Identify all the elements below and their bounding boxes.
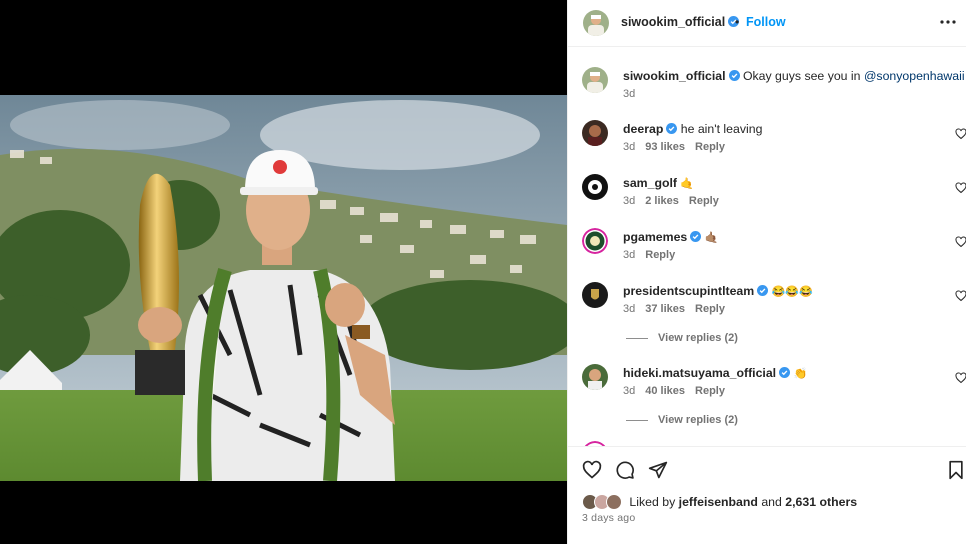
author-avatar[interactable] [583,10,609,36]
reply-button[interactable]: Reply [689,195,719,207]
view-replies-button[interactable]: View replies (2) [626,332,738,344]
commenter-avatar[interactable] [582,174,608,200]
comment-time[interactable]: 3d [623,249,635,261]
liked-by-and: and [761,495,782,509]
comment-meta: 3d 93 likes Reply [623,141,735,153]
caption-meta: 3d [623,88,645,100]
caption-text: siwookim_official Okay guys see you in @… [623,69,965,83]
comment-body: 🤙🏽 [704,232,719,244]
comment-body: 😂😂😂 [771,286,813,298]
separator-dot: • [735,15,740,29]
commenter-username[interactable]: pgamemes [623,230,687,244]
comment-text: pgamemes 🤙🏽 [623,230,718,244]
commenter-username[interactable]: presidentscupintlteam [623,284,754,298]
comment-time[interactable]: 3d [623,385,635,397]
comment-likes[interactable]: 37 likes [645,303,685,315]
post-actions: Liked by jeffeisenband and 2,631 others [568,446,966,544]
like-comment-heart-icon[interactable] [955,182,966,194]
author-username[interactable]: siwookim_official [621,15,740,29]
comment-text: presidentscupintlteam 😂😂😂 [623,284,813,298]
follow-button[interactable]: Follow [746,15,786,29]
liked-by-prefix: Liked by [629,495,676,509]
post-timestamp[interactable]: 3 days ago [582,512,635,524]
comment-time[interactable]: 3d [623,195,635,207]
comment-text: deerap he ain't leaving [623,122,762,136]
author-username-text[interactable]: siwookim_official [621,15,725,29]
commenter-avatar[interactable] [582,364,608,390]
caption-time[interactable]: 3d [623,88,635,100]
comment-body: 🤙 [680,178,695,190]
comment-bubble-icon[interactable] [615,460,635,480]
reply-button[interactable]: Reply [695,385,725,397]
caption-author-avatar[interactable] [582,67,608,93]
commenter-username[interactable]: deerap [623,122,663,136]
reply-button[interactable]: Reply [695,303,725,315]
view-replies-label[interactable]: View replies (2) [658,332,738,344]
caption-username[interactable]: siwookim_official [623,69,726,83]
like-comment-heart-icon[interactable] [955,290,966,302]
liked-by-others[interactable]: 2,631 others [785,495,857,509]
commenter-username[interactable]: hideki.matsuyama_official [623,366,776,380]
post-media [0,0,567,544]
commenter-avatar[interactable] [582,228,608,254]
comment-meta: 3d 40 likes Reply [623,385,735,397]
comment-meta: 3d Reply [623,249,685,261]
commenter-username[interactable]: sam_golf [623,176,677,190]
save-bookmark-icon[interactable] [946,460,966,480]
comment-time[interactable]: 3d [623,141,635,153]
share-send-icon[interactable] [648,460,668,480]
comment-text: sam_golf 🤙 [623,176,694,190]
liked-by-summary: Liked by jeffeisenband and 2,631 others [582,494,857,512]
verified-icon [666,123,678,134]
comment-body: 👏 [793,368,808,380]
comment-meta: 3d 37 likes Reply [623,303,735,315]
view-replies-button[interactable]: View replies (2) [626,414,738,426]
view-replies-dash [626,419,648,421]
commenter-avatar[interactable] [582,282,608,308]
verified-icon [779,367,791,378]
reply-button[interactable]: Reply [695,141,725,153]
commenter-avatar[interactable] [582,120,608,146]
verified-icon [728,70,740,81]
verified-icon [690,231,702,242]
like-comment-heart-icon[interactable] [955,236,966,248]
like-comment-heart-icon[interactable] [955,372,966,384]
caption-body: Okay guys see you in [742,69,861,83]
like-comment-heart-icon[interactable] [955,128,966,140]
post-side-panel: siwookim_official • Follow siwookim_offi… [567,0,966,544]
comment-meta: 3d 2 likes Reply [623,195,729,207]
comment-likes[interactable]: 93 likes [645,141,685,153]
golfer-with-trophy-image [0,95,567,481]
view-replies-dash [626,337,648,339]
caption-mention-link[interactable]: @sonyopenhawaii [864,69,965,83]
more-options-icon[interactable] [938,12,958,32]
comment-body: he ain't leaving [680,122,763,136]
liked-by-username[interactable]: jeffeisenband [679,495,758,509]
like-heart-icon[interactable] [582,460,602,480]
comment-time[interactable]: 3d [623,303,635,315]
comment-likes[interactable]: 40 likes [645,385,685,397]
comment-likes[interactable]: 2 likes [645,195,679,207]
post-photo[interactable] [0,95,567,481]
comment-text: hideki.matsuyama_official 👏 [623,366,807,380]
view-replies-label[interactable]: View replies (2) [658,414,738,426]
post-header: siwookim_official • Follow [568,0,966,47]
likers-avatar-stack[interactable] [582,494,626,510]
comments-list[interactable]: siwookim_official Okay guys see you in @… [568,48,966,446]
verified-icon [757,285,769,296]
reply-button[interactable]: Reply [645,249,675,261]
